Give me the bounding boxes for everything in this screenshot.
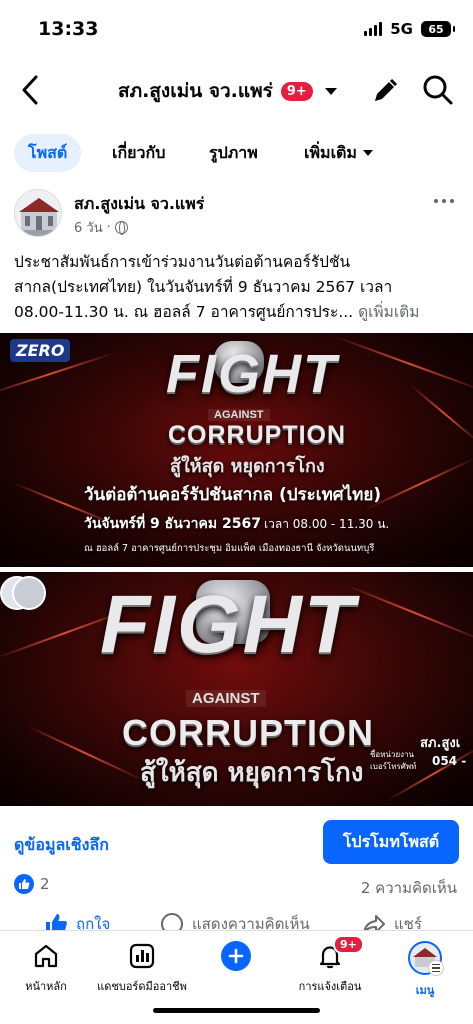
- against-label: AGAINST: [208, 409, 270, 421]
- status-indicators: 5G 65: [364, 20, 455, 38]
- like-count: 2: [40, 875, 50, 893]
- menu-avatar: [408, 941, 444, 976]
- nav-home-label: หน้าหลัก: [25, 980, 67, 993]
- unit-name: สภ.สูงเ: [420, 736, 461, 751]
- battery-level: 65: [428, 22, 444, 36]
- nav-notifications-label: การแจ้งเตือน: [298, 980, 362, 993]
- caret-down-icon: [324, 87, 337, 95]
- post-text: ประชาสัมพันธ์การเข้าร่วมงานวันต่อต้านคอร…: [14, 250, 460, 325]
- event-date: วันจันทร์ที่ 9 ธันวาคม 2567: [84, 516, 261, 532]
- post-author[interactable]: สภ.สูงเม่น จว.แพร่: [74, 192, 204, 217]
- like-reaction-icon: [14, 874, 34, 894]
- comment-label: แสดงความคิดเห็น: [192, 915, 310, 932]
- seal-logo-right: [12, 576, 46, 610]
- comment-count[interactable]: 2 ความคิดเห็น: [361, 876, 457, 900]
- nav-menu-label: เมนู: [415, 984, 435, 997]
- tab-more-label: เพิ่มเติม: [304, 142, 357, 162]
- nav-menu[interactable]: เมนู: [379, 941, 471, 999]
- see-more-link[interactable]: ดูเพิ่มเติม: [358, 303, 419, 321]
- chevron-left-icon: [22, 75, 38, 105]
- nav-notifications[interactable]: 9+ การแจ้งเตือน: [284, 935, 376, 995]
- fight-title: FIGHT: [100, 579, 356, 670]
- comment-button[interactable]: แสดงความคิดเห็น: [160, 912, 310, 932]
- more-dots-icon: [434, 199, 438, 203]
- phone-number: 054 -: [432, 754, 467, 768]
- phone-label: เบอร์โทรศัพท์: [370, 762, 417, 771]
- post-text-line-last: 08.00-11.30 น. ณ ฮอลล์ 7 อาคารศูนย์การปร…: [14, 303, 420, 321]
- pencil-icon: [375, 78, 398, 101]
- event-title: วันต่อต้านคอร์รัปชันสากล (ประเทศไทย): [84, 485, 382, 505]
- caret-down-icon: [362, 150, 373, 156]
- nav-home[interactable]: หน้าหลัก: [0, 941, 92, 995]
- post-actions: ถูกใจ แสดงความคิดเห็น แชร์: [0, 912, 473, 932]
- tab-about[interactable]: เกี่ยวกับ: [112, 134, 165, 172]
- notification-badge: 9+: [333, 935, 364, 954]
- post-image-1[interactable]: ZERO FIGHT AGAINST CORRUPTION สู้ให้สุด …: [0, 333, 473, 567]
- post-text-line: สากล(ประเทศไทย) ในวันจันทร์ที่ 9 ธันวาคม…: [14, 278, 393, 296]
- page-title: สภ.สูงเม่น จว.แพร่: [118, 80, 273, 102]
- slogan-text: สู้ให้สุด หยุดการโกง: [140, 758, 364, 788]
- event-time: เวลา 08.00 - 11.30 น.: [264, 517, 390, 531]
- tab-photos[interactable]: รูปภาพ: [209, 134, 258, 172]
- post-options-button[interactable]: [434, 193, 458, 209]
- search-button[interactable]: [422, 74, 454, 106]
- nav-create[interactable]: [190, 941, 282, 971]
- page-tabs: โพสต์ เกี่ยวกับ รูปภาพ เพิ่มเติม: [0, 134, 473, 172]
- building-avatar-image: [15, 190, 61, 236]
- author-avatar[interactable]: [14, 189, 62, 237]
- dashboard-chart-icon: [127, 941, 157, 971]
- comment-bubble-icon: [161, 913, 183, 932]
- post-image-2[interactable]: FIGHT AGAINST CORRUPTION สู้ให้สุด หยุดก…: [0, 572, 473, 806]
- page-notification-badge: 9+: [280, 81, 313, 101]
- status-bar: 13:33 5G 65: [0, 0, 473, 60]
- view-insights-link[interactable]: ดูข้อมูลเชิงลึก: [14, 833, 109, 858]
- nav-dashboard-label: แดชบอร์ดมืออาชีพ: [97, 980, 187, 993]
- network-type: 5G: [390, 20, 413, 38]
- event-venue: ณ ฮอลล์ 7 อาคารศูนย์การประชุม อิมแพ็ค เม…: [84, 543, 375, 554]
- status-time: 13:33: [38, 18, 99, 40]
- edit-button[interactable]: [370, 76, 400, 106]
- post-text-line: ประชาสัมพันธ์การเข้าร่วมงานวันต่อต้านคอร…: [14, 253, 351, 271]
- like-label: ถูกใจ: [76, 915, 111, 932]
- like-button[interactable]: ถูกใจ: [44, 912, 110, 932]
- search-icon: [423, 75, 453, 105]
- nav-professional-dashboard[interactable]: แดชบอร์ดมืออาชีพ: [96, 941, 188, 995]
- corruption-title: CORRUPTION: [122, 712, 374, 753]
- battery-icon: 65: [421, 21, 455, 37]
- separator-dot: ·: [106, 220, 111, 235]
- reaction-summary[interactable]: 2: [14, 874, 50, 894]
- post-time: 6 วัน: [74, 221, 103, 236]
- post-meta: 6 วัน ·: [74, 217, 128, 238]
- share-label: แชร์: [394, 915, 422, 932]
- bell-icon: 9+: [315, 935, 364, 971]
- globe-icon: [114, 221, 128, 235]
- fight-title: FIGHT: [166, 344, 338, 404]
- page-header: สภ.สูงเม่น จว.แพร่ 9+: [0, 60, 473, 120]
- slogan-text: สู้ให้สุด หยุดการโกง: [170, 456, 325, 477]
- home-icon: [31, 941, 61, 971]
- boost-post-button[interactable]: โปรโมทโพสต์: [323, 820, 459, 864]
- plus-icon: [221, 941, 251, 971]
- home-indicator: [153, 1008, 320, 1013]
- share-button[interactable]: แชร์: [362, 912, 422, 932]
- back-button[interactable]: [14, 72, 46, 108]
- against-label: AGAINST: [186, 690, 266, 707]
- signal-icon: [364, 22, 383, 36]
- thumbs-up-icon: [46, 914, 67, 932]
- share-arrow-icon: [363, 915, 385, 932]
- tab-more[interactable]: เพิ่มเติม: [304, 134, 373, 172]
- zero-logo: ZERO: [10, 339, 71, 362]
- tab-posts[interactable]: โพสต์: [14, 134, 82, 172]
- corruption-title: CORRUPTION: [168, 421, 347, 449]
- hamburger-icon: [428, 960, 444, 976]
- page-switcher[interactable]: สภ.สูงเม่น จว.แพร่ 9+: [118, 76, 337, 106]
